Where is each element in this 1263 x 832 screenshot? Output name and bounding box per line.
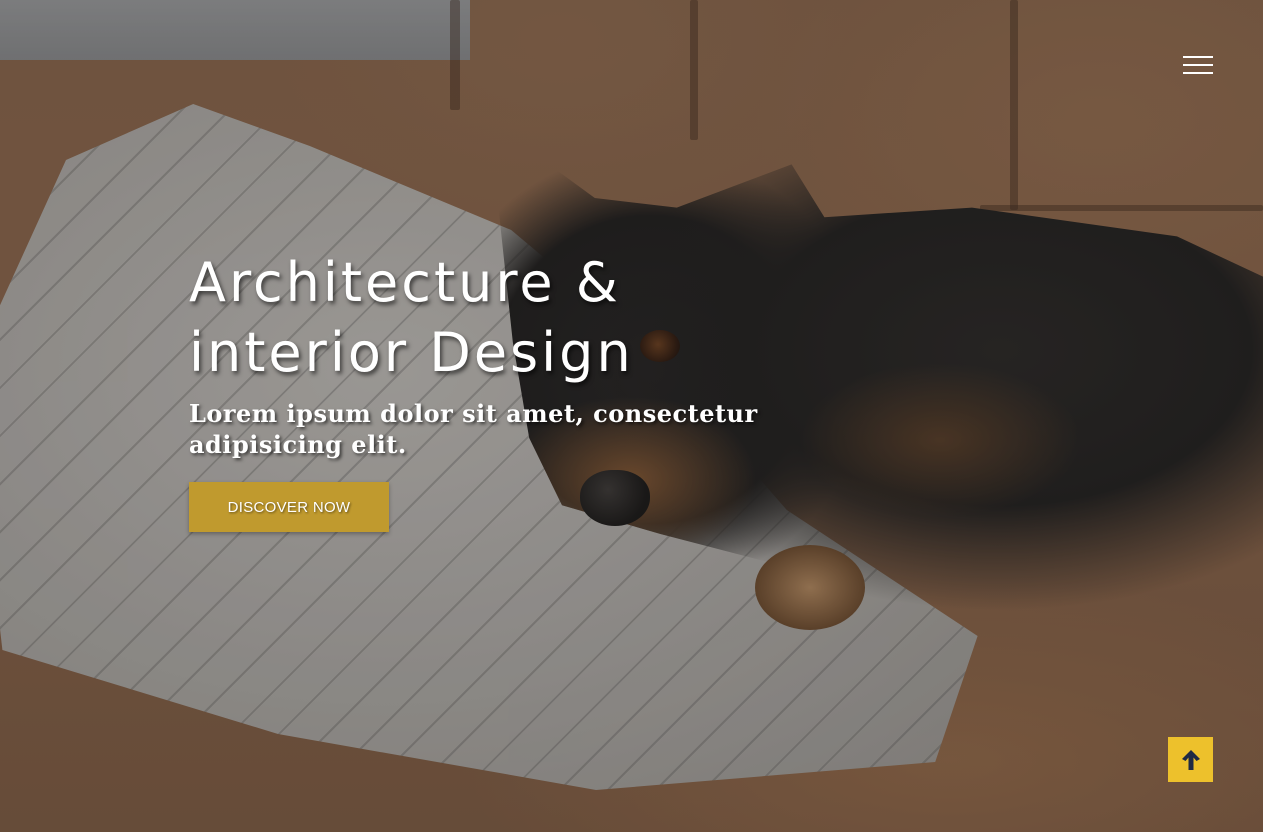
- arrow-up-icon: [1181, 749, 1200, 770]
- hero-title-line-1: Architecture &: [189, 251, 621, 314]
- hero-title: Architecture & interior Design: [189, 248, 809, 388]
- discover-now-button[interactable]: DISCOVER NOW: [189, 482, 389, 532]
- hero-subtitle-line-2: adipisicing elit.: [189, 430, 407, 459]
- hero-content: Architecture & interior Design Lorem ips…: [189, 248, 809, 460]
- hamburger-menu-icon[interactable]: [1183, 56, 1213, 74]
- scroll-to-top-button[interactable]: [1168, 737, 1213, 782]
- hero-section: Architecture & interior Design Lorem ips…: [0, 0, 1263, 832]
- hero-subtitle: Lorem ipsum dolor sit amet, consectetur …: [189, 398, 809, 460]
- menu-bar: [1183, 56, 1213, 58]
- menu-bar: [1183, 64, 1213, 66]
- menu-bar: [1183, 72, 1213, 74]
- hero-subtitle-line-1: Lorem ipsum dolor sit amet, consectetur: [189, 399, 758, 428]
- hero-title-line-2: interior Design: [189, 321, 634, 384]
